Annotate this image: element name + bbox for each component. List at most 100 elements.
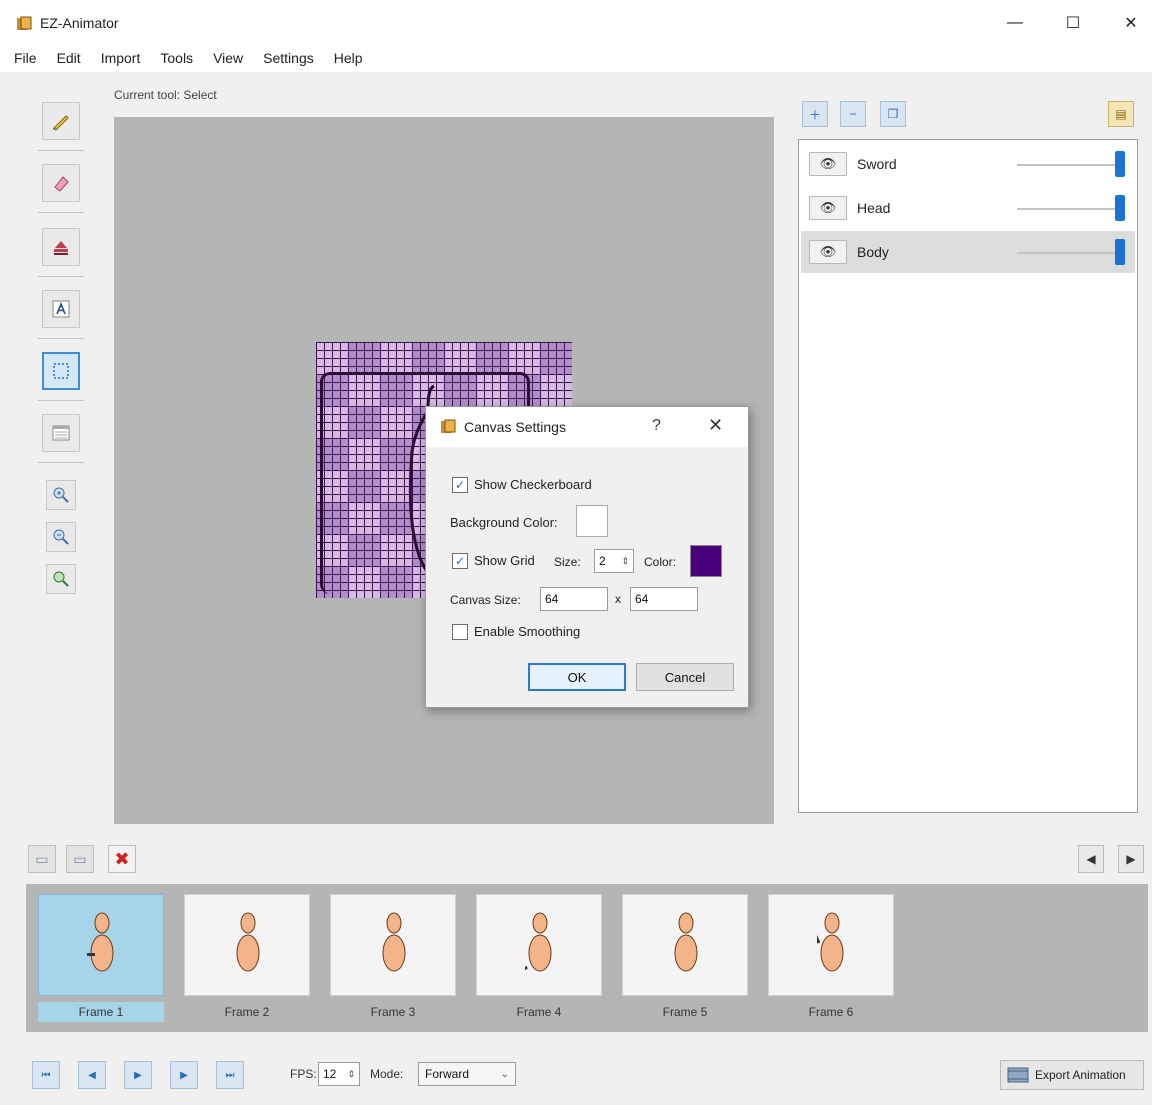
layer-row-body[interactable]: 👁 Body [801,231,1135,273]
add-frame-button[interactable]: ▭ [28,845,56,873]
move-frame-left-button[interactable]: ◀ [1078,845,1104,873]
pencil-icon [53,115,69,131]
frame-thumbnail-2[interactable] [184,894,310,996]
window-title: EZ-Animator [40,15,119,31]
menu-help[interactable]: Help [334,50,363,66]
text-tool-button[interactable] [42,290,80,328]
opacity-slider-handle[interactable] [1115,151,1125,177]
visibility-toggle-button[interactable]: 👁 [809,240,847,264]
zoom-in-icon [53,487,69,503]
text-icon [52,300,70,318]
canvas-settings-dialog: Canvas Settings ? ✕ ✓ Show Checkerboard … [425,406,749,708]
export-animation-button[interactable]: Export Animation [1000,1060,1144,1090]
fps-label: FPS: [290,1067,317,1081]
delete-icon: ✖ [114,848,130,869]
menu-view[interactable]: View [213,50,243,66]
frame-label: Frame 1 [38,1002,164,1022]
grid-color-label: Color: [644,555,677,569]
maximize-button[interactable]: ☐ [1050,8,1096,38]
show-checkerboard-label: Show Checkerboard [474,477,592,492]
grid-color-swatch[interactable] [690,545,722,577]
add-layer-button[interactable]: ＋ [802,101,828,127]
menu-file[interactable]: File [14,50,37,66]
pencil-tool-button[interactable] [42,102,80,140]
zoom-out-button[interactable] [46,522,76,552]
zoom-reset-button[interactable] [46,564,76,594]
first-frame-button[interactable]: ⏮ [32,1061,60,1089]
current-tool-label: Current tool: Select [114,88,217,102]
zoom-in-button[interactable] [46,480,76,510]
opacity-slider-track[interactable] [1017,208,1117,210]
zoom-fit-icon [53,571,69,587]
frame-thumbnail-5[interactable] [622,894,748,996]
frame-label: Frame 5 [662,1005,708,1019]
last-frame-button[interactable]: ⏭ [216,1061,244,1089]
layer-row-sword[interactable]: 👁 Sword [801,143,1135,185]
menu-edit[interactable]: Edit [57,50,81,66]
background-color-label: Background Color: [450,515,558,530]
fps-spinbox[interactable]: 12 ⇕ [318,1062,360,1086]
frame-thumbnail-6[interactable] [768,894,894,996]
canvas-height-input[interactable]: 64 [630,587,698,611]
visibility-toggle-button[interactable]: 👁 [809,152,847,176]
layer-name: Sword [857,156,897,172]
duplicate-frame-button[interactable]: ▭ [66,845,94,873]
previous-frame-button[interactable]: ◀ [78,1061,106,1089]
spin-arrows-icon: ⇕ [347,1068,355,1079]
toolbar-separator [38,212,84,213]
checkmark-icon: ✓ [454,478,466,492]
dialog-title: Canvas Settings [464,419,566,435]
delete-frame-button[interactable]: ✖ [108,845,136,873]
duplicate-layer-button[interactable]: ❐ [880,101,906,127]
frame-thumbnail-3[interactable] [330,894,456,996]
opacity-slider-handle[interactable] [1115,195,1125,221]
layer-row-head[interactable]: 👁 Head [801,187,1135,229]
canvas-width-input[interactable]: 64 [540,587,608,611]
ok-button[interactable]: OK [528,663,626,691]
mode-dropdown[interactable]: Forward ⌄ [418,1062,516,1086]
remove-layer-button[interactable]: − [840,101,866,127]
enable-smoothing-checkbox[interactable] [452,624,468,640]
toolbar-separator [38,462,84,463]
grid-size-spinbox[interactable]: 2 ⇕ [594,549,634,573]
dialog-help-button[interactable]: ? [652,417,661,435]
menu-import[interactable]: Import [101,50,141,66]
folder-icon: ▤ [1115,107,1127,121]
opacity-slider-track[interactable] [1017,252,1117,254]
paint-bucket-icon [54,241,68,255]
opacity-slider-track[interactable] [1017,164,1117,166]
opacity-slider-handle[interactable] [1115,239,1125,265]
visibility-toggle-button[interactable]: 👁 [809,196,847,220]
grid-size-label: Size: [554,555,581,569]
frame-label: Frame 6 [808,1005,854,1019]
menu-settings[interactable]: Settings [263,50,314,66]
frame-settings-tool-button[interactable] [42,414,80,452]
move-frame-right-button[interactable]: ▶ [1118,845,1144,873]
eraser-tool-button[interactable] [42,164,80,202]
show-grid-checkbox[interactable]: ✓ [452,553,468,569]
spin-arrows-icon: ⇕ [621,555,629,566]
layer-properties-button[interactable]: ▤ [1108,101,1134,127]
next-frame-button[interactable]: ▶ [170,1061,198,1089]
dialog-close-button[interactable]: ✕ [708,415,723,436]
show-checkerboard-checkbox[interactable]: ✓ [452,477,468,493]
frame-thumbnail-1[interactable] [38,894,164,996]
sprite-thumbnail [817,912,844,972]
minimize-button[interactable]: — [992,8,1038,38]
checkmark-icon: ✓ [454,554,466,568]
remove-layer-icon: − [849,107,857,121]
fill-tool-button[interactable] [42,228,80,266]
mode-label: Mode: [370,1067,404,1081]
cancel-button[interactable]: Cancel [636,663,734,691]
background-color-swatch[interactable] [576,505,608,537]
frame-thumbnail-4[interactable] [476,894,602,996]
layers-list: 👁 Sword 👁 Head 👁 Body [798,139,1138,813]
mode-value: Forward [425,1067,470,1081]
select-tool-button[interactable] [42,352,80,390]
close-button[interactable]: ✕ [1108,8,1152,38]
menu-tools[interactable]: Tools [160,50,193,66]
toolbar-separator [38,276,84,277]
play-button[interactable]: ▶ [124,1061,152,1089]
duplicate-layer-icon: ❐ [887,107,899,121]
enable-smoothing-label: Enable Smoothing [474,624,581,639]
